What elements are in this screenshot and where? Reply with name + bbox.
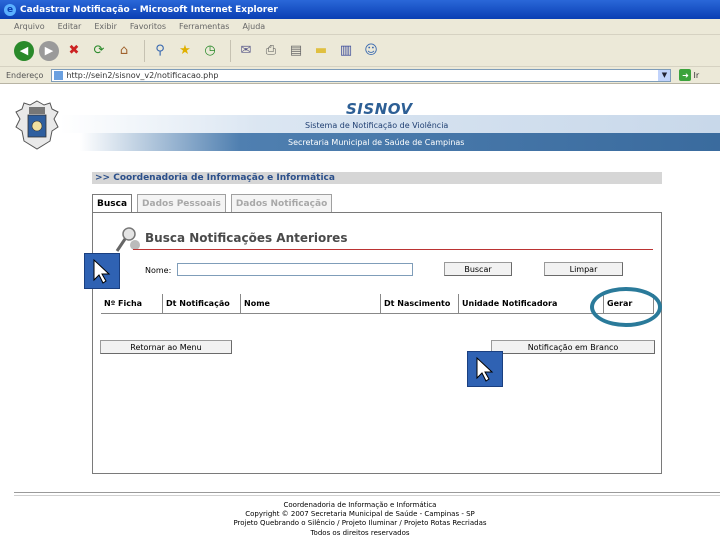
menu-favoritos[interactable]: Favoritos (130, 22, 166, 31)
tab-busca[interactable]: Busca (92, 194, 133, 212)
address-bar: Endereço http://sein2/sisnov_v2/notifica… (0, 67, 720, 84)
site-header: SISNOV Sistema de Notificação de Violênc… (0, 85, 720, 155)
menu-ajuda[interactable]: Ajuda (242, 22, 265, 31)
search-icon[interactable]: ⚲ (150, 41, 170, 61)
home-icon[interactable]: ⌂ (114, 41, 134, 61)
app-name: SISNOV (346, 100, 413, 118)
address-label: Endereço (6, 70, 44, 80)
campinas-emblem-icon (15, 100, 59, 150)
footer-line-3: Projeto Quebrando o Silêncio / Projeto I… (233, 519, 487, 527)
col-header-ficha: Nº Ficha (101, 294, 163, 314)
toolbar-separator (230, 39, 231, 62)
breadcrumb: >> Coordenadoria de Informação e Informá… (92, 172, 662, 184)
page-icon (54, 70, 64, 80)
forward-icon[interactable]: ▶ (39, 40, 59, 61)
refresh-icon[interactable]: ⟳ (89, 41, 109, 61)
buscar-button[interactable]: Buscar (444, 262, 512, 276)
window-title: Cadastrar Notificação - Microsoft Intern… (20, 4, 278, 15)
footer-line-2: Copyright © 2007 Secretaria Municipal de… (245, 510, 475, 518)
panel-title: Busca Notificações Anteriores (145, 231, 348, 245)
tab-strip: Busca Dados Pessoais Dados Notificação (92, 194, 337, 212)
research-icon[interactable]: ▥ (336, 41, 356, 61)
title-divider (133, 249, 653, 250)
toolbar: ◀ ▶ ✖ ⟳ ⌂ ⚲ ★ ◷ ✉ ⎙ ▤ ▬ ▥ ☺ (0, 35, 720, 67)
search-panel: Busca Notificações Anteriores Nome: Busc… (92, 212, 662, 474)
history-icon[interactable]: ◷ (200, 41, 220, 61)
col-header-dt-notificacao: Dt Notificação (163, 294, 241, 314)
ie-logo-icon: e (4, 3, 16, 16)
mouse-pointer-icon (93, 258, 111, 284)
menu-exibir[interactable]: Exibir (94, 22, 117, 31)
browser-window: e Cadastrar Notificação - Microsoft Inte… (0, 0, 720, 540)
pointer-annotation-left (84, 253, 120, 289)
back-icon[interactable]: ◀ (14, 40, 34, 61)
address-input[interactable]: http://sein2/sisnov_v2/notificacao.php ▼ (51, 68, 672, 82)
retornar-menu-button[interactable]: Retornar ao Menu (100, 340, 232, 354)
edit-icon[interactable]: ▤ (286, 41, 306, 61)
col-header-nome: Nome (241, 294, 381, 314)
magnifier-person-icon (115, 227, 140, 252)
menu-arquivo[interactable]: Arquivo (14, 22, 45, 31)
footer-divider-shadow (14, 495, 720, 496)
tab-dados-pessoais[interactable]: Dados Pessoais (137, 194, 226, 212)
footer-line-4: Todos os direitos reservados (310, 529, 410, 537)
folder-icon[interactable]: ▬ (311, 41, 331, 61)
gerar-highlight-ring (590, 287, 662, 327)
nome-label: Nome: (145, 266, 172, 275)
col-header-unidade: Unidade Notificadora (459, 294, 604, 314)
menu-bar: Arquivo Editar Exibir Favoritos Ferramen… (0, 19, 720, 35)
mouse-pointer-icon (476, 356, 494, 382)
notificacao-branco-button[interactable]: Notificação em Branco (491, 340, 655, 354)
tab-dados-notificacao[interactable]: Dados Notificação (230, 194, 333, 212)
chevron-down-icon[interactable]: ▼ (658, 69, 671, 81)
stop-icon[interactable]: ✖ (64, 41, 84, 61)
menu-editar[interactable]: Editar (58, 22, 82, 31)
go-arrow-icon[interactable]: ➜ (679, 69, 692, 81)
menu-ferramentas[interactable]: Ferramentas (179, 22, 229, 31)
mail-icon[interactable]: ✉ (236, 41, 256, 61)
pointer-annotation-right (467, 351, 503, 387)
toolbar-separator (144, 39, 145, 62)
nome-input[interactable] (177, 263, 413, 276)
footer-divider (14, 492, 720, 493)
col-header-dt-nascimento: Dt Nascimento (381, 294, 459, 314)
address-url: http://sein2/sisnov_v2/notificacao.php (66, 70, 219, 80)
footer-line-1: Coordenadoria de Informação e Informátic… (283, 501, 437, 509)
print-icon[interactable]: ⎙ (261, 41, 281, 61)
title-bar: e Cadastrar Notificação - Microsoft Inte… (0, 0, 720, 19)
favorites-icon[interactable]: ★ (175, 41, 195, 61)
secretaria-name: Secretaria Municipal de Saúde de Campina… (288, 138, 465, 147)
app-subtitle: Sistema de Notificação de Violência (305, 121, 449, 130)
messenger-icon[interactable]: ☺ (361, 41, 381, 61)
go-button[interactable]: Ir (693, 71, 699, 80)
limpar-button[interactable]: Limpar (544, 262, 623, 276)
